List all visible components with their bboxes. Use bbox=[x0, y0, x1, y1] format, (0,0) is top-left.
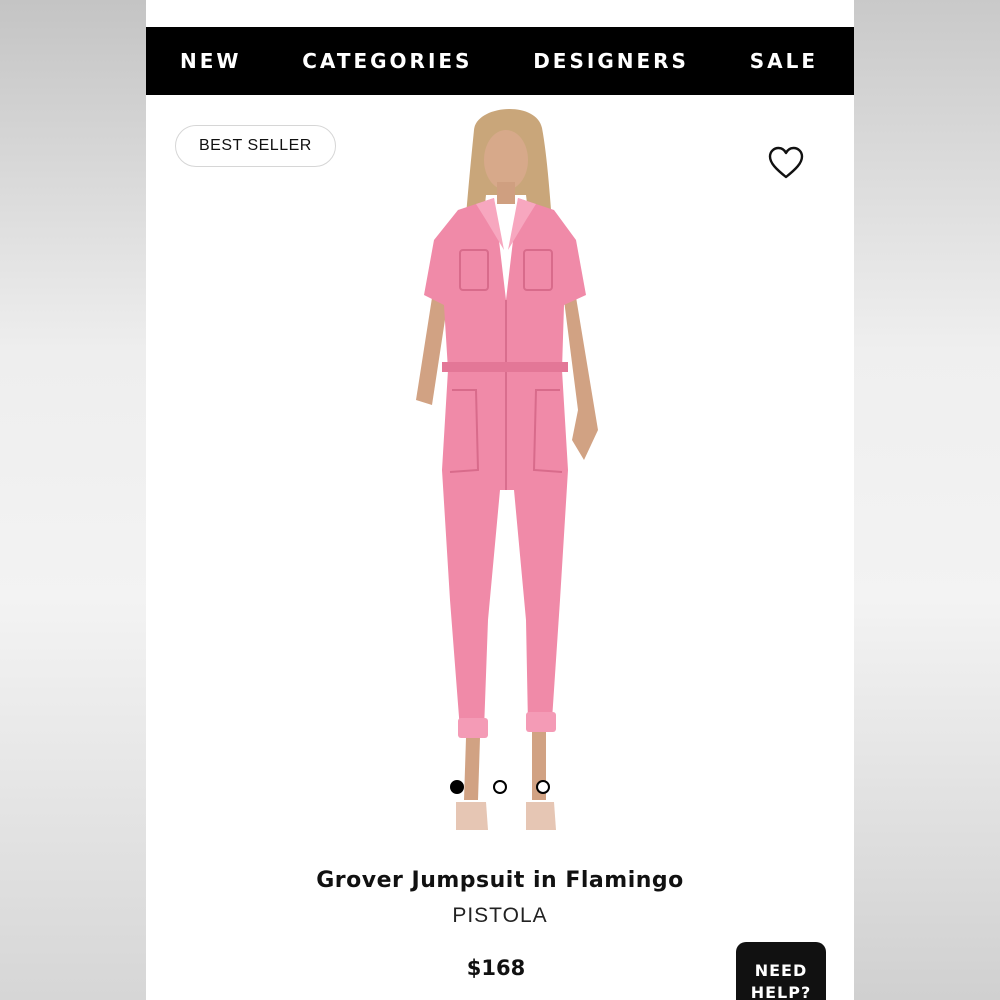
carousel-dot-1[interactable] bbox=[450, 780, 464, 794]
need-help-button[interactable]: NEED HELP? bbox=[736, 942, 826, 1000]
product-price: $168 bbox=[466, 956, 526, 980]
nav-item-designers[interactable]: DESIGNERS bbox=[533, 49, 689, 73]
nav-item-new[interactable]: NEW bbox=[180, 49, 241, 73]
product-title[interactable]: Grover Jumpsuit in Flamingo bbox=[146, 868, 854, 893]
image-carousel-dots bbox=[450, 780, 550, 794]
product-page: NEW CATEGORIES DESIGNERS SALE BEST SELLE… bbox=[146, 0, 854, 1000]
nav-item-categories[interactable]: CATEGORIES bbox=[302, 49, 472, 73]
carousel-dot-2[interactable] bbox=[493, 780, 507, 794]
top-navigation: NEW CATEGORIES DESIGNERS SALE bbox=[146, 27, 854, 95]
best-seller-badge: BEST SELLER bbox=[175, 125, 336, 167]
need-help-line1: NEED bbox=[754, 961, 808, 980]
nav-item-sale[interactable]: SALE bbox=[750, 49, 818, 73]
background-right bbox=[854, 0, 1000, 1000]
carousel-dot-3[interactable] bbox=[536, 780, 550, 794]
need-help-line2: HELP? bbox=[750, 983, 812, 1000]
wishlist-heart-icon[interactable] bbox=[768, 146, 804, 180]
product-photo[interactable] bbox=[376, 100, 636, 852]
background-left bbox=[0, 0, 146, 1000]
product-brand[interactable]: PISTOLA bbox=[146, 904, 854, 928]
